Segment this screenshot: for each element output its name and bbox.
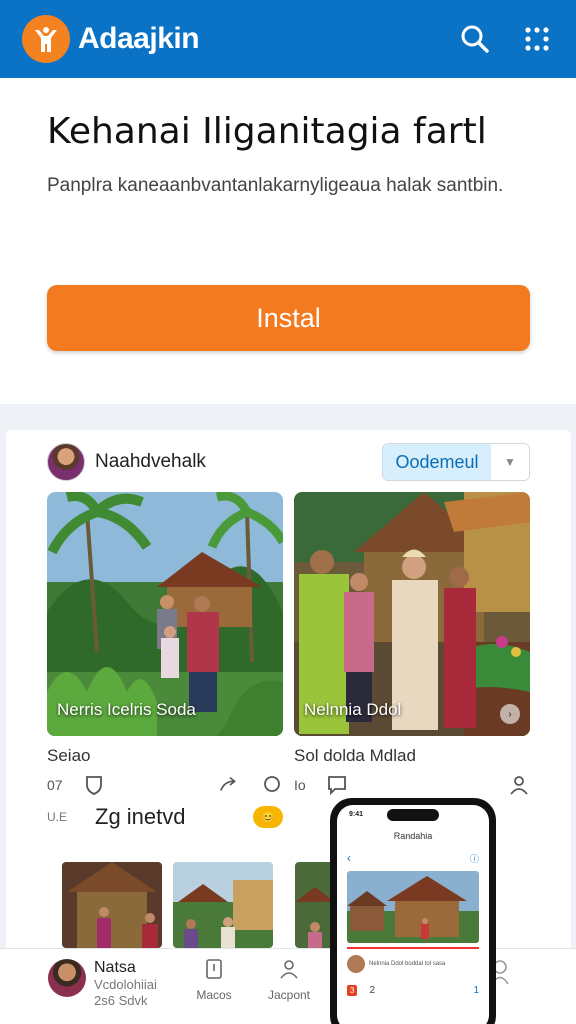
post-title[interactable]: Sol dolda Mdlad xyxy=(294,746,530,766)
post-actions: 07 xyxy=(47,774,283,796)
comment-icon[interactable] xyxy=(261,774,283,796)
app-logo[interactable] xyxy=(22,15,70,63)
hero-subtitle: Panplra kaneaanbvantanlakarnyligeaua hal… xyxy=(47,175,504,196)
app-bar: Adaajkin xyxy=(0,0,576,78)
hero-section: Kehanai Iliganitagia fartl Panplra kanea… xyxy=(0,78,576,404)
post-stat: Io xyxy=(294,777,306,793)
person-arms-up-icon xyxy=(35,27,57,52)
post-actions: Io xyxy=(294,774,530,796)
back-icon[interactable]: ‹ xyxy=(347,851,351,865)
avatar xyxy=(347,955,365,973)
phone-count: 1 xyxy=(473,985,479,996)
post-image[interactable]: Nelnnia Ddol › xyxy=(294,492,530,736)
thumbnail-image xyxy=(295,862,335,948)
thumbnail[interactable] xyxy=(295,862,335,948)
nav-user-profile[interactable]: Natsa Vcdolohiiai 2s6 Sdvk xyxy=(48,959,157,1009)
next-icon[interactable]: › xyxy=(500,704,520,724)
avatar xyxy=(48,959,86,997)
phone-time: 9:41 xyxy=(349,811,364,818)
follow-dropdown-button[interactable]: ▼ xyxy=(491,444,529,480)
phone-actions: 3 2 1 xyxy=(347,985,479,996)
document-icon xyxy=(206,959,222,979)
post-title[interactable]: Seiao xyxy=(47,746,283,766)
follow-split-button: Oodemeul ▼ xyxy=(382,443,530,481)
phone-post-row: Nelnnia Ddol boddal tol sasa xyxy=(347,955,479,973)
image-caption: Nelnnia Ddol xyxy=(304,700,402,719)
user-icon[interactable] xyxy=(508,774,530,796)
hero-title: Kehanai Iliganitagia fartl xyxy=(47,111,487,152)
reaction-badge[interactable]: 😊 xyxy=(253,806,283,828)
phone-title: Randahia xyxy=(393,831,433,841)
village-photo-small xyxy=(347,871,479,943)
menu-button[interactable] xyxy=(520,22,554,56)
info-icon[interactable]: ⓘ xyxy=(470,852,479,865)
follow-button[interactable]: Oodemeul xyxy=(383,444,491,480)
grid-dots-icon xyxy=(525,27,549,51)
share-icon[interactable] xyxy=(219,774,241,796)
phone-notch xyxy=(387,809,439,821)
views-label: Zg inetvd xyxy=(95,804,186,829)
profile-name[interactable]: Naahdvehalk xyxy=(95,451,206,473)
phone-post-image[interactable] xyxy=(347,871,479,943)
phone-post-text: Nelnnia Ddol boddal tol sasa xyxy=(369,961,446,967)
phone-count-badge[interactable]: 3 xyxy=(347,985,358,996)
comment-box-icon[interactable] xyxy=(326,774,348,796)
nav-user-name: Natsa xyxy=(94,959,136,976)
install-button[interactable]: Instal xyxy=(47,285,530,351)
search-icon xyxy=(461,25,489,53)
post-image[interactable]: Nerris Icelris Soda xyxy=(47,492,283,736)
shield-icon[interactable] xyxy=(83,774,105,796)
phone-count: 2 xyxy=(369,985,376,996)
nav-item-jacpont[interactable]: Jacpont xyxy=(259,959,319,1002)
nav-item-label: Macos xyxy=(196,988,232,1002)
thumbnail-image xyxy=(173,862,273,948)
app-title: Adaajkin xyxy=(78,22,200,55)
thumbnail-image xyxy=(62,862,162,948)
avatar[interactable] xyxy=(47,443,85,481)
post-card[interactable]: Nelnnia Ddol › Sol dolda Mdlad Io xyxy=(294,492,530,850)
search-button[interactable] xyxy=(458,22,492,56)
chevron-down-icon: ▼ xyxy=(504,455,516,469)
image-caption: Nerris Icelris Soda xyxy=(57,700,196,719)
views-count: U.E xyxy=(47,810,68,824)
user-icon xyxy=(280,960,298,979)
phone-screen: 9:41 Randahia ‹ ⓘ Nelnnia Ddol boddal to… xyxy=(337,805,489,1024)
nav-user-subdetail: 2s6 Sdvk xyxy=(94,993,148,1008)
thumbnail[interactable] xyxy=(62,862,162,948)
nav-item-label: Jacpont xyxy=(267,988,311,1002)
profile-row: Naahdvehalk Oodemeul ▼ xyxy=(47,442,530,482)
nav-user-detail: Vcdolohiiai xyxy=(94,977,157,992)
post-card[interactable]: Nerris Icelris Soda Seiao 07 U.E Zg inet… xyxy=(47,492,283,850)
post-stat: 07 xyxy=(47,777,63,793)
views-row: U.E Zg inetvd 😊 xyxy=(47,804,283,830)
phone-mockup: 9:41 Randahia ‹ ⓘ Nelnnia Ddol boddal to… xyxy=(330,798,496,1024)
phone-nav-bar: ‹ ⓘ xyxy=(347,851,479,865)
phone-divider xyxy=(347,947,479,949)
thumbnail[interactable] xyxy=(173,862,273,948)
nav-item-macos[interactable]: Macos xyxy=(184,959,244,1002)
